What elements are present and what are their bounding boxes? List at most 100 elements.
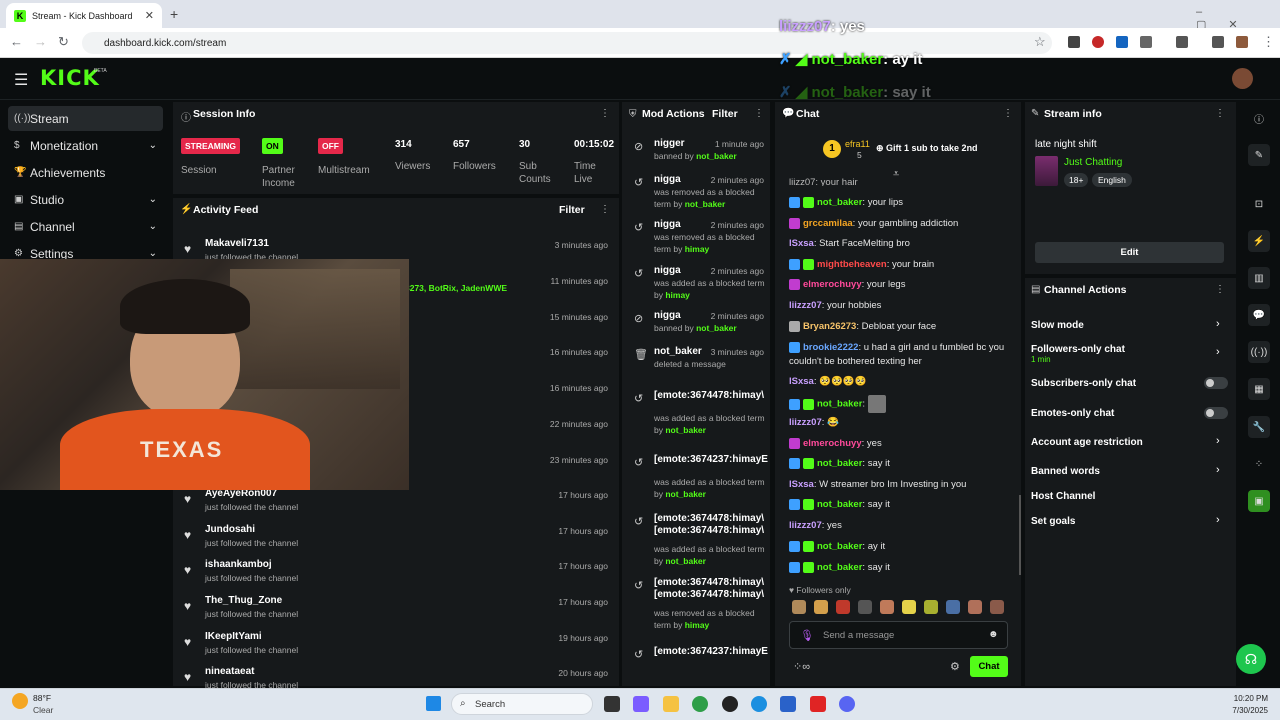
chat-bubble-icon[interactable]: 💬 [1248, 304, 1270, 326]
chat-username[interactable]: lSxsa [789, 479, 814, 490]
mod-action-item[interactable]: ⊘ nigga 2 minutes ago banned by not_baker [626, 310, 768, 350]
emote-icon[interactable] [990, 600, 1004, 614]
chrome-icon[interactable] [692, 696, 708, 712]
layout-icon[interactable]: ▦ [1248, 378, 1270, 400]
extension-icon[interactable] [1068, 36, 1080, 48]
chat-message[interactable]: not_baker: say it [789, 561, 1014, 575]
chat-username[interactable]: not_baker [817, 197, 862, 208]
file-explorer-icon[interactable] [663, 696, 679, 712]
points-icon[interactable]: ⁘∞ [793, 660, 810, 673]
chat-message[interactable]: not_baker: say it [789, 457, 1014, 471]
chat-username[interactable]: elmerochuyy [803, 438, 862, 449]
chat-message[interactable]: brookie2222: u had a girl and u fumbled … [789, 341, 1014, 369]
chat-message[interactable]: liizzz07: yes [789, 519, 1014, 533]
toggle-switch[interactable] [1204, 407, 1228, 419]
sidebar-item-studio[interactable]: ▣ Studio ⌄ [8, 187, 163, 212]
top-gifter-name[interactable]: efra11 [845, 139, 870, 149]
activity-item[interactable]: ♥ IKeepItYami just followed the channel … [178, 625, 614, 661]
chat-message[interactable]: lSxsa: Start FaceMelting bro [789, 237, 1014, 251]
browser-tab[interactable]: K Stream - Kick Dashboard ✕ [6, 3, 162, 28]
chat-username[interactable]: lSxsa [789, 238, 814, 249]
task-view-icon[interactable] [604, 696, 620, 712]
new-tab-icon[interactable]: + [170, 6, 178, 22]
more-options-icon[interactable]: ⋮ [600, 108, 610, 119]
user-avatar[interactable] [1232, 68, 1253, 89]
chat-message[interactable]: elmerochuyy: your legs [789, 278, 1014, 292]
emote-icon[interactable] [858, 600, 872, 614]
chevron-right-icon[interactable]: › [1216, 346, 1220, 358]
activity-item[interactable]: ♥ Jundosahi just followed the channel 17… [178, 518, 614, 554]
back-icon[interactable]: ← [10, 34, 23, 49]
mod-action-item[interactable]: ↺ nigga 2 minutes ago was removed as a bl… [626, 174, 768, 214]
multistream-badge[interactable]: OFF [318, 138, 343, 154]
reload-icon[interactable]: ↻ [58, 34, 69, 50]
kick-app-icon[interactable]: ▣ [1248, 490, 1270, 512]
gift-sub-button[interactable]: ⊕ Gift 1 sub to take 2nd [876, 143, 978, 154]
chat-message[interactable]: liizzz07: 😂 [789, 416, 1014, 430]
support-headset-icon[interactable]: ☊ [1236, 644, 1266, 674]
chat-message[interactable]: liizzz07: your hobbies [789, 299, 1014, 313]
mod-action-item[interactable]: ↺ nigga 2 minutes ago was added as a bloc… [626, 265, 768, 305]
media-icon[interactable] [1212, 36, 1224, 48]
chat-username[interactable]: elmerochuyy [803, 279, 862, 290]
emote-icon[interactable] [836, 600, 850, 614]
mod-action-item[interactable]: ↺ [emote:3674237:himayE [626, 646, 768, 686]
copilot-icon[interactable] [633, 696, 649, 712]
more-options-icon[interactable]: ⋮ [600, 204, 610, 215]
emote-icon[interactable] [792, 600, 806, 614]
emote-icon[interactable] [968, 600, 982, 614]
chat-message[interactable]: mightbeheaven: your brain [789, 258, 1014, 272]
chat-username[interactable]: lSxsa [789, 376, 814, 387]
mod-action-item[interactable]: ↺ [emote:3674237:himayE was added as a b… [626, 454, 768, 499]
more-options-icon[interactable]: ⋮ [1215, 284, 1225, 295]
emoji-icon[interactable]: ☻ [988, 629, 999, 640]
obs-icon[interactable] [722, 696, 738, 712]
sidebar-icon[interactable] [1176, 36, 1188, 48]
bookmark-star-icon[interactable]: ☆ [1034, 34, 1046, 50]
chat-username[interactable]: brookie2222 [803, 342, 858, 353]
emote-icon[interactable] [924, 600, 938, 614]
mod-action-item[interactable]: ↺ [emote:3674478:himay\ was added as a b… [626, 390, 768, 435]
more-options-icon[interactable]: ⋮ [754, 108, 764, 119]
emote-icon[interactable] [902, 600, 916, 614]
sidebar-item-stream[interactable]: ((·)) Stream [8, 106, 163, 131]
chat-username[interactable]: liizzz07 [789, 417, 822, 428]
browser-menu-icon[interactable]: ⋮ [1262, 34, 1275, 50]
edit-stream-button[interactable]: Edit [1035, 242, 1224, 263]
chat-username[interactable]: not_baker [817, 562, 862, 573]
partner-income-badge[interactable]: ON [262, 138, 283, 154]
apps-icon[interactable]: ⁘ [1248, 453, 1270, 475]
collapse-icon[interactable]: ⩡ [893, 168, 899, 181]
chat-message[interactable]: not_baker: [789, 395, 1014, 413]
stream-category[interactable]: Just Chatting [1064, 157, 1122, 168]
chat-message[interactable]: lSxsa: W streamer bro Im Investing in yo… [789, 478, 1014, 492]
send-chat-button[interactable]: Chat [970, 656, 1008, 677]
activity-item[interactable]: ♥ ishaankamboj just followed the channel… [178, 553, 614, 589]
chevron-right-icon[interactable]: › [1216, 514, 1220, 526]
screenshot-icon[interactable]: ⊡ [1248, 193, 1270, 215]
chat-message[interactable]: not_baker: say it [789, 498, 1014, 512]
emote-icon[interactable] [814, 600, 828, 614]
chevron-right-icon[interactable]: › [1216, 435, 1220, 447]
chevron-right-icon[interactable]: › [1216, 318, 1220, 330]
kick-logo[interactable]: KICK [40, 66, 100, 90]
chat-message[interactable]: grccamilaa: your gambling addiction [789, 217, 1014, 231]
emote-icon[interactable] [946, 600, 960, 614]
mod-action-item[interactable]: ↺ [emote:3674478:himay\ [emote:3674478:h… [626, 577, 768, 630]
extension-icon[interactable] [1116, 36, 1128, 48]
chat-username[interactable]: not_baker [817, 541, 862, 552]
sidebar-item-monetization[interactable]: $ Monetization ⌄ [8, 133, 163, 158]
taskbar-search[interactable]: ⌕ Search [451, 693, 593, 715]
chat-scrollbar[interactable] [1019, 495, 1021, 575]
clipboard-icon[interactable]: ▥ [1248, 267, 1270, 289]
mod-action-item[interactable]: ⊘ nigger 1 minute ago banned by not_baker [626, 138, 768, 178]
close-tab-icon[interactable]: ✕ [145, 9, 154, 22]
mod-action-item[interactable]: ↺ nigga 2 minutes ago was removed as a bl… [626, 219, 768, 259]
chat-username[interactable]: liizzz07 [789, 300, 822, 311]
microphone-icon[interactable]: 🎙 [800, 629, 814, 642]
edge-icon[interactable] [751, 696, 767, 712]
mod-filter-button[interactable]: Filter [712, 108, 738, 120]
mod-action-item[interactable]: 🗑 not_baker 3 minutes ago deleted a messa… [626, 346, 768, 386]
sidebar-item-channel[interactable]: ▤ Channel ⌄ [8, 214, 163, 239]
chat-input[interactable]: 🎙 Send a message ☻ [789, 621, 1008, 649]
